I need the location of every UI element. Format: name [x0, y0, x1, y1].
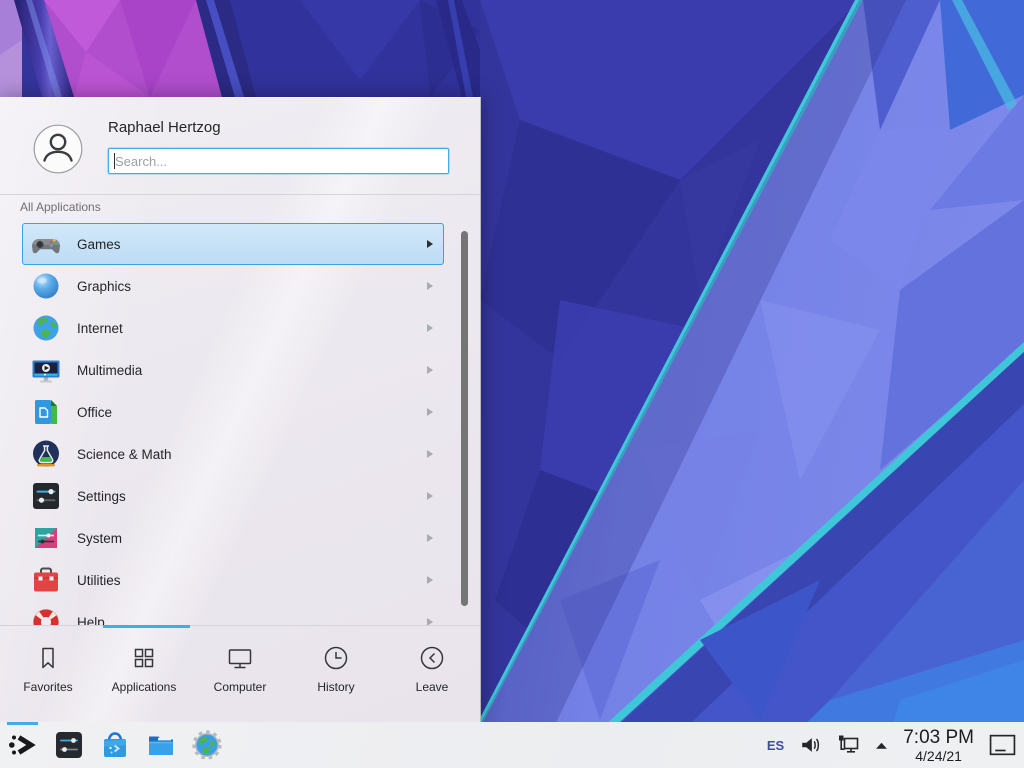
show-desktop-icon[interactable]	[989, 734, 1016, 757]
category-label: Internet	[77, 321, 123, 336]
user-name: Raphael Hertzog	[108, 119, 221, 136]
submenu-arrow-icon	[427, 576, 433, 584]
desktop: Raphael Hertzog All Applications	[0, 0, 1024, 768]
submenu-arrow-icon	[427, 240, 433, 248]
tab-label: Favorites	[23, 680, 72, 694]
tab-label: Computer	[214, 680, 267, 694]
list-scrollbar[interactable]	[461, 231, 468, 606]
web-browser-icon[interactable]	[190, 728, 224, 762]
submenu-arrow-icon	[427, 408, 433, 416]
category-label: Office	[77, 405, 112, 420]
search-input[interactable]	[108, 148, 449, 174]
app-launcher-icon[interactable]	[6, 728, 40, 762]
category-settings[interactable]: Settings	[22, 475, 444, 517]
user-avatar-icon[interactable]	[33, 124, 83, 174]
clock-time: 7:03 PM	[903, 728, 974, 747]
application-launcher-menu: Raphael Hertzog All Applications	[0, 97, 481, 722]
submenu-arrow-icon	[427, 534, 433, 542]
category-system[interactable]: System	[22, 517, 444, 559]
category-internet[interactable]: Internet	[22, 307, 444, 349]
category-label: Utilities	[77, 573, 121, 588]
category-science-math[interactable]: Science & Math	[22, 433, 444, 475]
file-manager-icon[interactable]	[144, 728, 178, 762]
submenu-arrow-icon	[427, 450, 433, 458]
system-tray: ES 7:03 PM 4/24/21	[767, 722, 1016, 768]
section-label: All Applications	[20, 200, 101, 214]
category-label: Graphics	[77, 279, 131, 294]
digital-clock[interactable]: 7:03 PM 4/24/21	[903, 728, 974, 763]
office-icon	[30, 396, 62, 428]
submenu-arrow-icon	[427, 618, 433, 625]
tab-favorites[interactable]: Favorites	[0, 628, 96, 723]
category-help[interactable]: Help	[22, 601, 444, 625]
submenu-arrow-icon	[427, 324, 433, 332]
graphics-icon	[30, 270, 62, 302]
submenu-arrow-icon	[427, 492, 433, 500]
category-label: Science & Math	[77, 447, 172, 462]
tabbar-divider	[0, 625, 480, 626]
header-divider	[0, 194, 480, 195]
tab-label: History	[317, 680, 354, 694]
volume-icon[interactable]	[799, 734, 821, 756]
text-caret	[114, 153, 115, 169]
multimedia-icon	[30, 354, 62, 386]
category-label: Help	[77, 615, 105, 626]
history-icon	[322, 644, 350, 672]
launcher-active-indicator	[7, 722, 38, 725]
expand-arrow-icon[interactable]	[875, 739, 888, 752]
tab-computer[interactable]: Computer	[192, 628, 288, 723]
submenu-arrow-icon	[427, 282, 433, 290]
settings-icon	[30, 480, 62, 512]
category-graphics[interactable]: Graphics	[22, 265, 444, 307]
category-label: Settings	[77, 489, 126, 504]
category-list: Games Graphics	[0, 223, 480, 625]
favorites-icon	[34, 644, 62, 672]
leave-icon	[418, 644, 446, 672]
system-icon	[30, 522, 62, 554]
science-icon	[30, 438, 62, 470]
keyboard-layout-indicator[interactable]: ES	[767, 738, 784, 753]
submenu-arrow-icon	[427, 366, 433, 374]
help-icon	[30, 606, 62, 625]
computer-icon	[226, 644, 254, 672]
category-utilities[interactable]: Utilities	[22, 559, 444, 601]
taskbar: ES 7:03 PM 4/24/21	[0, 722, 1024, 768]
launcher-tab-bar: Favorites Applications Computer Hist	[0, 628, 480, 723]
tab-label: Applications	[112, 680, 177, 694]
network-icon[interactable]	[836, 733, 860, 757]
category-label: Multimedia	[77, 363, 142, 378]
category-multimedia[interactable]: Multimedia	[22, 349, 444, 391]
category-label: Games	[77, 237, 121, 252]
category-office[interactable]: Office	[22, 391, 444, 433]
internet-icon	[30, 312, 62, 344]
system-settings-icon[interactable]	[52, 728, 86, 762]
category-games[interactable]: Games	[22, 223, 444, 265]
category-label: System	[77, 531, 122, 546]
tab-history[interactable]: History	[288, 628, 384, 723]
tab-label: Leave	[416, 680, 449, 694]
tab-leave[interactable]: Leave	[384, 628, 480, 723]
clock-date: 4/24/21	[903, 749, 974, 763]
tab-applications[interactable]: Applications	[96, 628, 192, 723]
applications-icon	[130, 644, 158, 672]
games-icon	[30, 228, 62, 260]
discover-icon[interactable]	[98, 728, 132, 762]
utilities-icon	[30, 564, 62, 596]
